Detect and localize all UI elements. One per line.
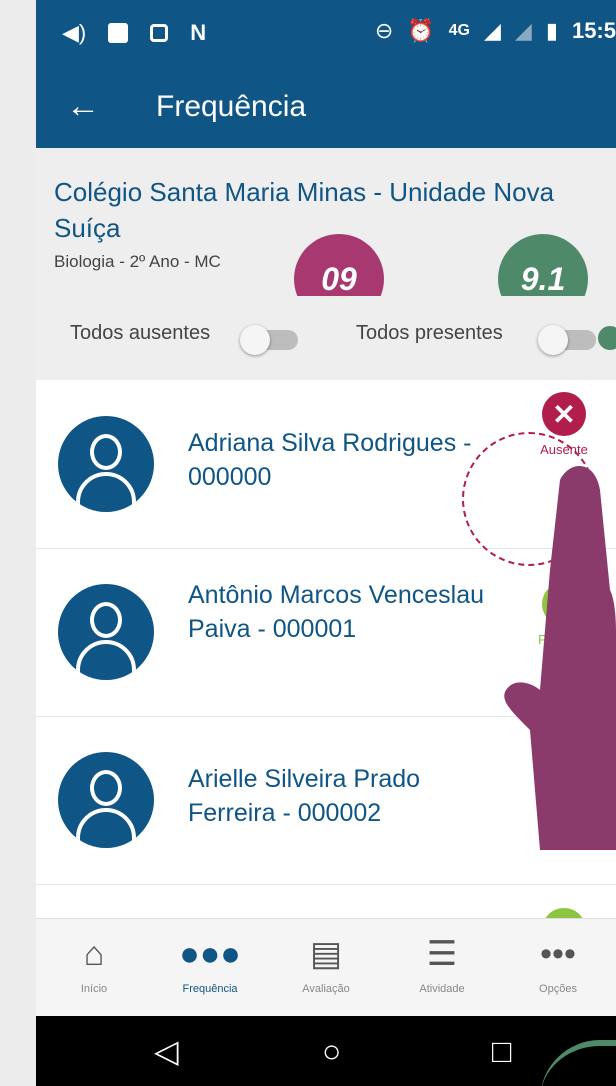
more-icon: •••	[540, 935, 576, 973]
list-icon: ☰	[426, 935, 458, 973]
nav-label: Avaliação	[302, 983, 350, 995]
student-row-partial[interactable]: ✓	[36, 884, 616, 918]
check-icon: ✓	[542, 908, 586, 918]
nav-label: Atividade	[419, 983, 465, 995]
signal-icon: ◢	[484, 18, 501, 43]
school-name: Colégio Santa Maria Minas - Unidade Nova…	[54, 177, 555, 243]
recents-square-icon[interactable]: □	[492, 1032, 511, 1070]
avatar	[58, 584, 154, 680]
home-icon: ⌂	[83, 935, 105, 973]
student-name: Antônio Marcos Venceslau Paiva - 000001	[188, 581, 485, 643]
nav-item-frequency[interactable]: ●●● Frequência	[152, 919, 268, 1017]
screen: ◀) N ⊖ ⏰ 4G ◢ ◢ ▮ 15:5 ← Frequência Colé…	[0, 0, 616, 1086]
nav-label: Opções	[539, 983, 577, 995]
battery-icon: ▮	[545, 18, 558, 43]
avatar	[58, 416, 154, 512]
instagram-icon	[150, 24, 169, 42]
nav-item-home[interactable]: ⌂ Início	[36, 919, 152, 1017]
class-info: Biologia - 2º Ano - MC	[54, 252, 221, 271]
nav-label: Início	[80, 983, 108, 995]
volume-icon: ◀)	[62, 20, 87, 45]
system-navigation-bar: ◁ ○ □	[36, 1016, 616, 1086]
avatar	[58, 752, 154, 848]
n-notification-icon: N	[190, 20, 207, 45]
page-title: Frequência	[156, 90, 307, 123]
all-present-label: Todos presentes	[356, 322, 503, 344]
nav-item-activity[interactable]: ☰ Atividade	[384, 919, 500, 1017]
screenshot-border	[0, 0, 36, 1086]
network-type: 4G	[448, 22, 470, 39]
users-icon: ●●●	[179, 935, 241, 973]
alarm-icon: ⏰	[407, 18, 435, 43]
all-present-switch[interactable]	[538, 325, 596, 355]
student-name: Arielle Silveira Prado Ferreira - 000002	[188, 765, 421, 827]
nav-item-options[interactable]: ••• Opções	[500, 919, 616, 1017]
student-name: Adriana Silva Rodrigues - 000000	[188, 429, 472, 491]
all-absent-label: Todos ausentes	[70, 322, 211, 344]
pointing-hand-icon	[504, 466, 616, 850]
status-bar: ◀) N ⊖ ⏰ 4G ◢ ◢ ▮ 15:5	[36, 0, 616, 68]
nav-item-evaluation[interactable]: ▤ Avaliação	[268, 919, 384, 1017]
attendance-status-button[interactable]: ✓	[516, 908, 612, 918]
app-bar: ← Frequência	[36, 68, 616, 148]
document-icon: ▤	[309, 935, 343, 973]
signal-empty-icon: ◢	[514, 18, 532, 43]
back-arrow-icon[interactable]: ←	[66, 86, 100, 126]
home-circle-icon[interactable]: ○	[322, 1032, 341, 1070]
image-notification-icon	[108, 23, 129, 43]
clock: 15:5	[571, 18, 616, 43]
school-header: Colégio Santa Maria Minas - Unidade Nova…	[36, 148, 616, 324]
bottom-navigation: ⌂ Início ●●● Frequência ▤ Avaliação ☰ At…	[36, 918, 616, 1017]
do-not-disturb-icon: ⊖	[374, 18, 394, 43]
close-icon: ✕	[542, 392, 586, 436]
indicator-dot	[598, 326, 616, 350]
all-absent-switch[interactable]	[240, 325, 298, 355]
back-triangle-icon[interactable]: ◁	[154, 1032, 179, 1070]
nav-label: Frequência	[182, 983, 238, 995]
toggle-row: Todos ausentes Todos presentes	[36, 296, 616, 380]
